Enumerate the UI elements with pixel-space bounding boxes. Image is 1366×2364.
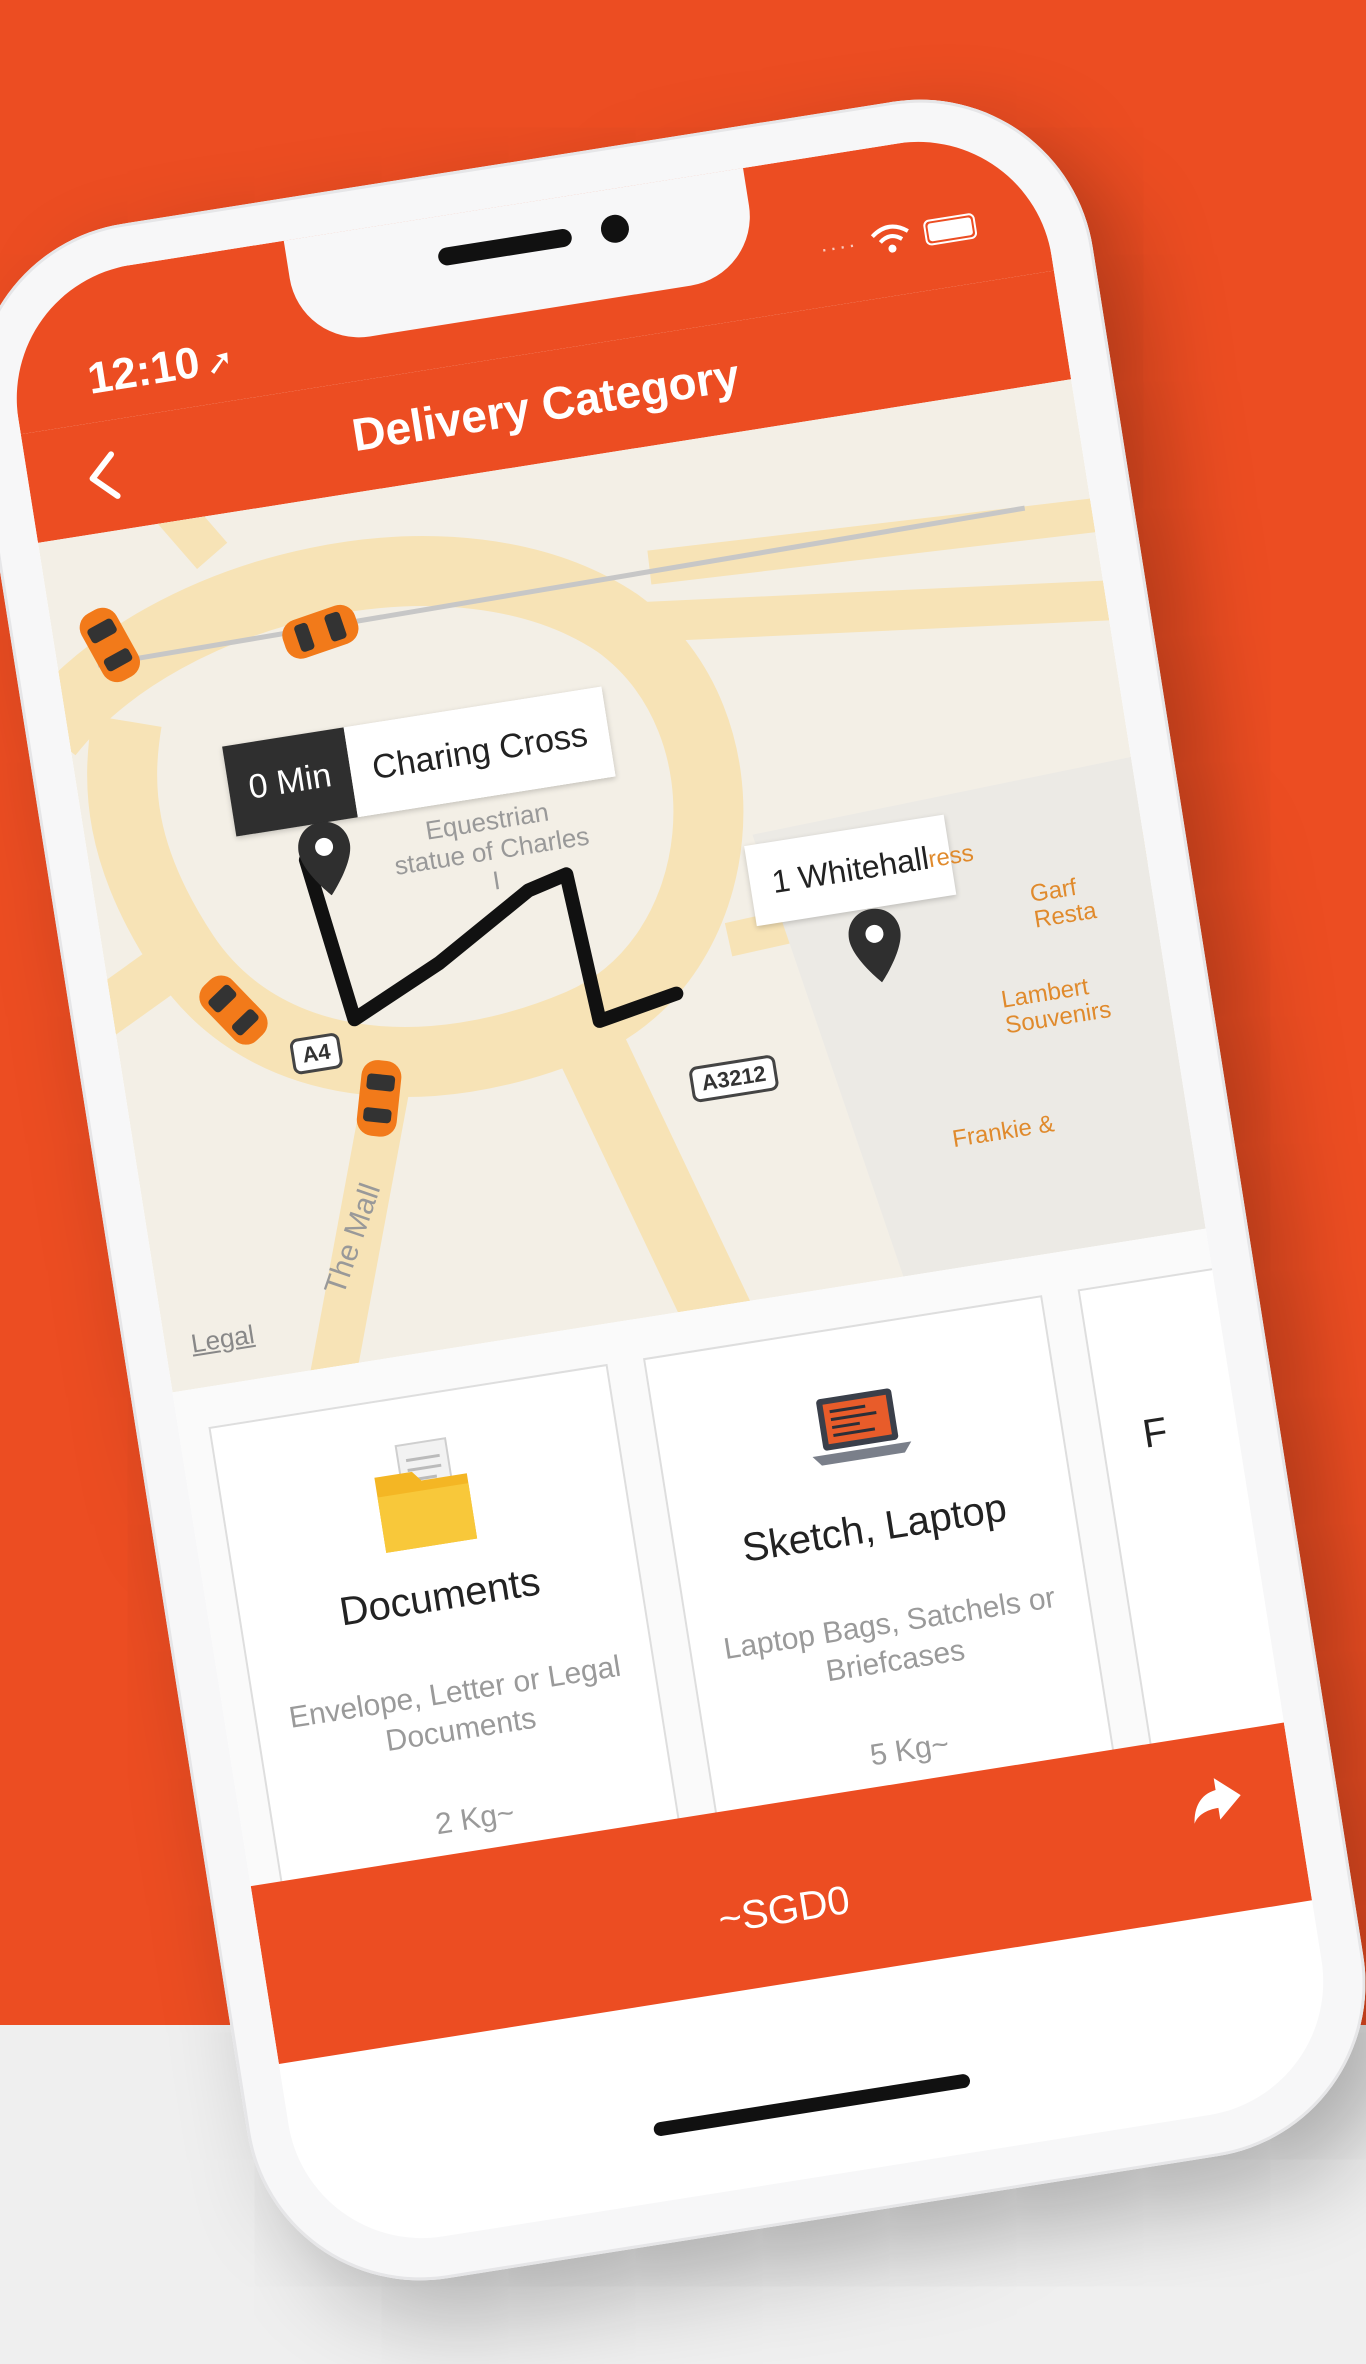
speaker-grille [436, 227, 574, 267]
signal-dots: ···· [818, 231, 860, 262]
home-indicator[interactable] [652, 2073, 972, 2138]
status-icons: ···· [818, 210, 978, 264]
location-arrow-icon: ➚ [202, 341, 237, 384]
front-camera [598, 212, 631, 245]
category-description: Envelope, Letter or Legal Documents [286, 1649, 624, 1759]
status-time-text: 12:10 [84, 337, 204, 404]
car-icon [356, 1060, 402, 1137]
poi-label-2: Garf Resta [1028, 873, 1099, 934]
destination-pin-icon[interactable] [841, 903, 913, 991]
category-title-partial: F [1139, 1409, 1171, 1457]
pickup-pin-icon[interactable] [290, 816, 362, 904]
route-map[interactable]: 0 Min Charing Cross Equestrian statue of… [37, 379, 1206, 1393]
status-time: 12:10➚ [84, 332, 237, 404]
wifi-icon [870, 224, 909, 253]
category-description: Laptop Bags, Satchels or Briefcases [721, 1580, 1058, 1689]
battery-icon [922, 212, 978, 247]
